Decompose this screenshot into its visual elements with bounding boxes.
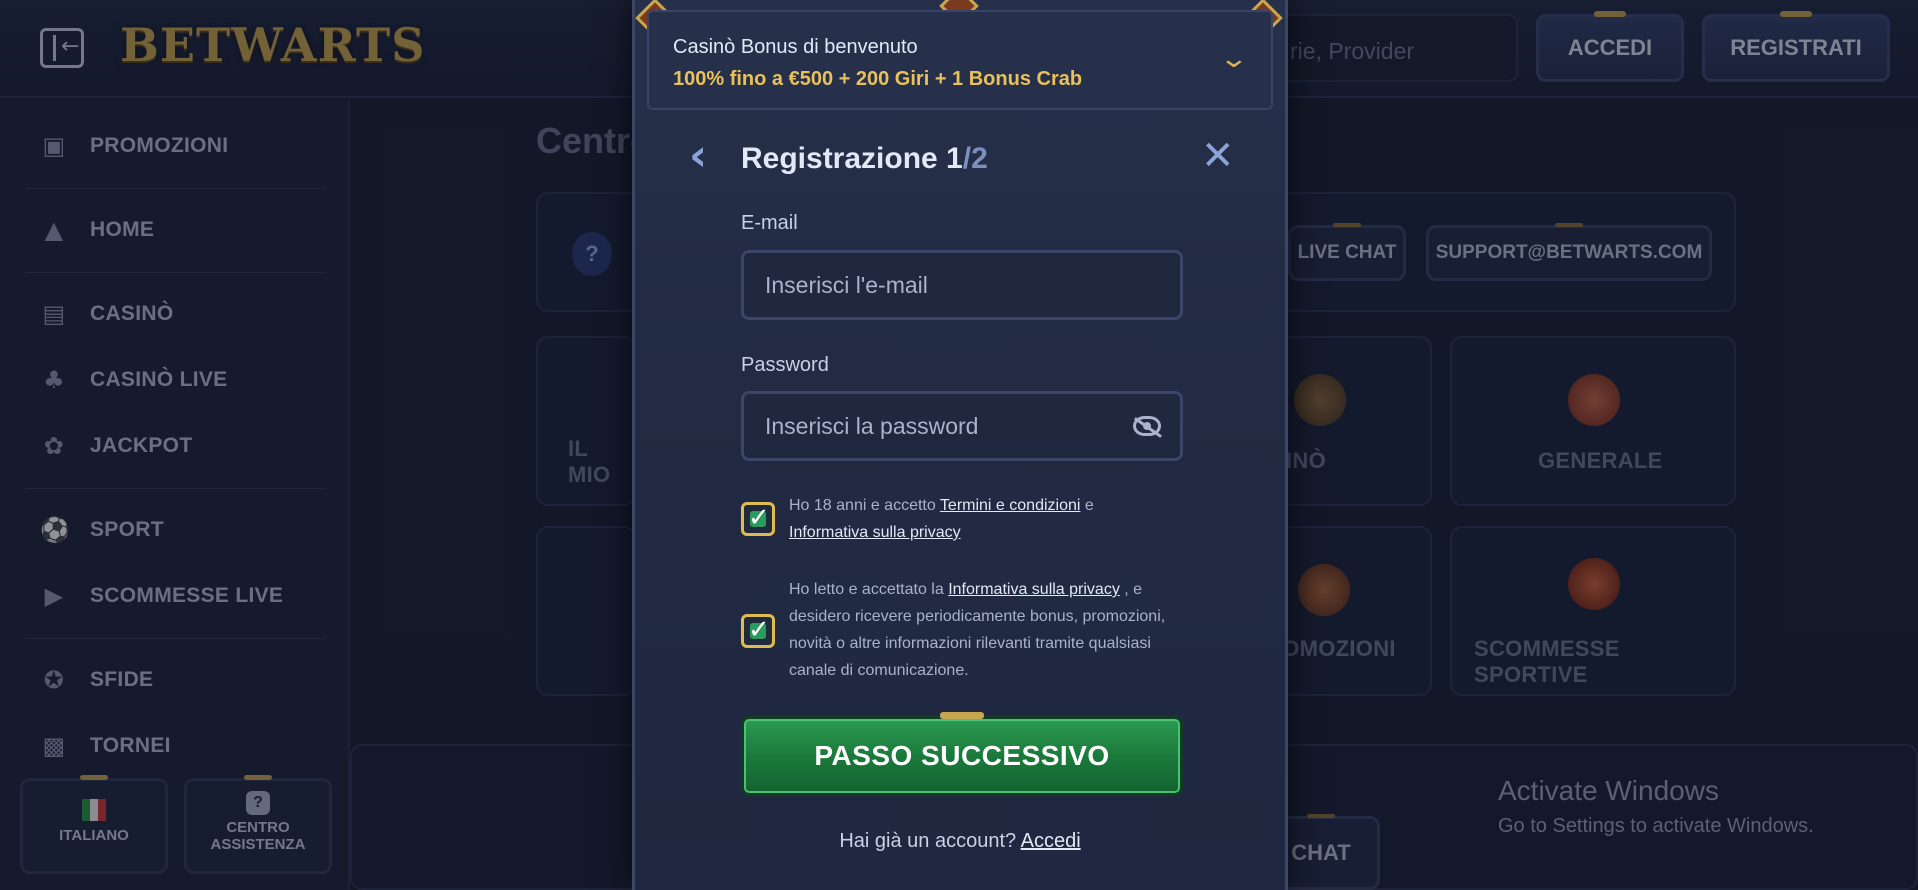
soccer-ball-icon: ⚽ xyxy=(40,516,71,544)
question-icon: ? xyxy=(246,791,270,815)
back-chevron-icon[interactable]: ‹ xyxy=(689,134,707,178)
sidebar-item-home[interactable]: ▲ HOME xyxy=(40,210,154,250)
sidebar-toggle-icon[interactable] xyxy=(40,28,84,68)
sidebar-divider xyxy=(25,188,325,189)
clover-icon: ✿ xyxy=(43,432,65,460)
login-prompt: Hai già un account? Accedi xyxy=(635,830,1285,853)
chevron-down-icon[interactable]: ⌄ xyxy=(1219,44,1250,74)
sidebar-item-sfide[interactable]: ✪ SFIDE xyxy=(40,660,153,700)
consent2-prefix: Ho letto e accettato la xyxy=(789,581,949,598)
consent1-mid: e xyxy=(1080,497,1094,514)
next-step-button[interactable]: PASSO SUCCESSIVO xyxy=(741,712,1183,796)
sidebar-item-label: TORNEI xyxy=(90,734,171,757)
tile-label: IL MIO xyxy=(568,436,611,487)
bonus-banner[interactable] xyxy=(647,10,1273,110)
sidebar-item-label: PROMOZIONI xyxy=(90,134,229,157)
consent1-prefix: Ho 18 anni e accetto xyxy=(789,497,940,514)
sidebar-item-label: HOME xyxy=(90,218,155,241)
roulette-icon xyxy=(1294,374,1346,426)
sidebar-item-casino[interactable]: ▤ CASINÒ xyxy=(40,294,174,334)
tile-label: SCOMMESSE SPORTIVE xyxy=(1474,636,1620,687)
tile-my-account[interactable]: IL MIO xyxy=(536,336,636,506)
help-center-button[interactable]: ? CENTRO ASSISTENZA xyxy=(184,775,332,874)
privacy-link[interactable]: Informativa sulla privacy xyxy=(948,581,1120,598)
sidebar-item-label: CASINÒ xyxy=(90,302,174,325)
close-icon[interactable]: ✕ xyxy=(1201,134,1235,178)
tile-label: INÒ xyxy=(1286,448,1327,473)
modal-title-text: Registrazione 1 xyxy=(741,142,963,175)
age-terms-checkbox[interactable] xyxy=(741,502,775,536)
clover-icon xyxy=(1568,374,1620,426)
activate-windows-subtitle: Go to Settings to activate Windows. xyxy=(1498,815,1814,837)
sidebar-item-label: SCOMMESSE LIVE xyxy=(90,584,284,607)
registration-modal: Casinò Bonus di benvenuto 100% fino a €5… xyxy=(632,0,1288,890)
age-terms-text: Ho 18 anni e accetto Termini e condizion… xyxy=(789,492,1189,546)
wizard-hat-icon: ▲ xyxy=(44,216,64,244)
privacy-link[interactable]: Informativa sulla privacy xyxy=(789,524,961,541)
modal-title: Registrazione 1/2 xyxy=(741,142,988,176)
sidebar-item-sport[interactable]: ⚽ SPORT xyxy=(40,510,164,550)
language-button[interactable]: ITALIANO xyxy=(20,775,168,874)
tile-general[interactable]: GENERALE xyxy=(1450,336,1736,506)
login-prompt-text: Hai già un account? xyxy=(839,830,1017,852)
gift-box-icon: ▣ xyxy=(42,132,66,160)
podium-icon: ▩ xyxy=(42,732,66,760)
sidebar-divider xyxy=(25,638,325,639)
sidebar-item-label: JACKPOT xyxy=(90,434,193,457)
slot-machine-icon: ▤ xyxy=(42,300,66,328)
login-link[interactable]: Accedi xyxy=(1021,830,1081,852)
support-email-button[interactable]: SUPPORT@BETWARTS.COM xyxy=(1426,223,1712,281)
live-play-icon: ▶ xyxy=(44,582,64,610)
sidebar-item-promozioni[interactable]: ▣ PROMOZIONI xyxy=(40,126,229,166)
sidebar-item-casino-live[interactable]: ♣ CASINÒ LIVE xyxy=(40,360,227,400)
marketing-consent-text: Ho letto e accettato la Informativa sull… xyxy=(789,576,1189,684)
sidebar-item-tornei[interactable]: ▩ TORNEI xyxy=(40,726,171,766)
sidebar-divider xyxy=(25,272,325,273)
italy-flag-icon xyxy=(82,799,106,821)
sidebar-item-label: CASINÒ LIVE xyxy=(90,368,228,391)
medal-icon: ✪ xyxy=(43,666,65,694)
gift-icon xyxy=(1298,564,1350,616)
playing-cards-icon: ♣ xyxy=(43,366,65,394)
sidebar-item-label: SPORT xyxy=(90,518,164,541)
tile-label: GENERALE xyxy=(1538,448,1663,473)
sidebar-item-scommesse-live[interactable]: ▶ SCOMMESSE LIVE xyxy=(40,576,283,616)
sidebar-item-jackpot[interactable]: ✿ JACKPOT xyxy=(40,426,192,466)
language-label: ITALIANO xyxy=(59,827,129,844)
step-indicator: /2 xyxy=(962,142,988,175)
email-label: E-mail xyxy=(741,212,798,234)
logo[interactable]: BETWARTS xyxy=(120,18,425,72)
help-label-line2: ASSISTENZA xyxy=(210,836,306,853)
help-label-line1: CENTRO xyxy=(226,819,290,836)
email-field[interactable] xyxy=(741,250,1183,320)
live-chat-button[interactable]: LIVE CHAT xyxy=(1288,223,1406,281)
register-button[interactable]: REGISTRATI xyxy=(1702,11,1890,82)
password-field[interactable] xyxy=(741,391,1183,461)
soccer-ball-icon xyxy=(1568,558,1620,610)
sidebar-item-label: SFIDE xyxy=(90,668,154,691)
marketing-checkbox[interactable] xyxy=(741,614,775,648)
bonus-description: 100% fino a €500 + 200 Giri + 1 Bonus Cr… xyxy=(673,68,1083,90)
tile-blank[interactable] xyxy=(536,526,636,696)
login-button[interactable]: ACCEDI xyxy=(1536,11,1684,82)
search-input[interactable]: rie, Provider xyxy=(1262,14,1518,82)
sidebar: ▣ PROMOZIONI ▲ HOME ▤ CASINÒ ♣ CASINÒ LI… xyxy=(0,100,350,890)
terms-link[interactable]: Termini e condizioni xyxy=(940,497,1081,514)
bonus-title: Casinò Bonus di benvenuto xyxy=(673,36,918,58)
sidebar-divider xyxy=(25,488,325,489)
tile-sports-betting[interactable]: SCOMMESSE SPORTIVE xyxy=(1450,526,1736,696)
activate-windows-title: Activate Windows xyxy=(1498,775,1719,806)
password-label: Password xyxy=(741,354,829,376)
help-shield-icon: ? xyxy=(572,232,612,276)
eye-slash-icon[interactable] xyxy=(1133,416,1161,436)
